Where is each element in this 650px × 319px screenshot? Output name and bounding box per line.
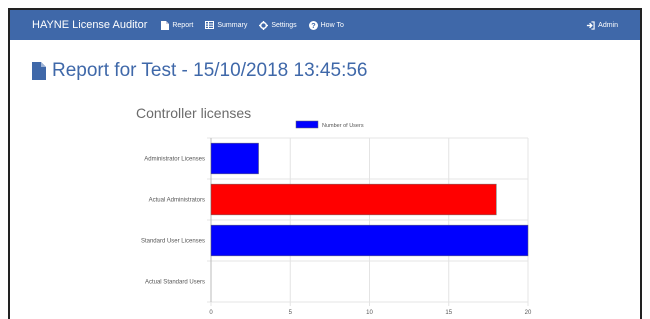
category-label: Actual Standard Users <box>145 280 205 286</box>
bar <box>210 224 529 257</box>
legend-swatch <box>295 120 319 129</box>
x-tick-label: 15 <box>445 310 452 316</box>
bar <box>210 183 497 216</box>
x-tick-label: 10 <box>366 310 373 316</box>
app-window: HAYNE License Auditor Report Summary Set… <box>8 8 642 319</box>
category-label: Actual Administrators <box>149 198 205 204</box>
x-tick-label: 0 <box>209 310 213 316</box>
bar-chart: 0 5 10 15 20 Administrator Licenses Actual Adm… <box>141 120 532 316</box>
category-label: Administrator Licenses <box>144 157 205 163</box>
x-tick-label: 20 <box>525 310 532 316</box>
legend-label: Number of Users <box>322 123 364 129</box>
bar <box>210 142 259 175</box>
category-label: Standard User Licenses <box>141 239 205 245</box>
x-tick-label: 5 <box>289 310 293 316</box>
